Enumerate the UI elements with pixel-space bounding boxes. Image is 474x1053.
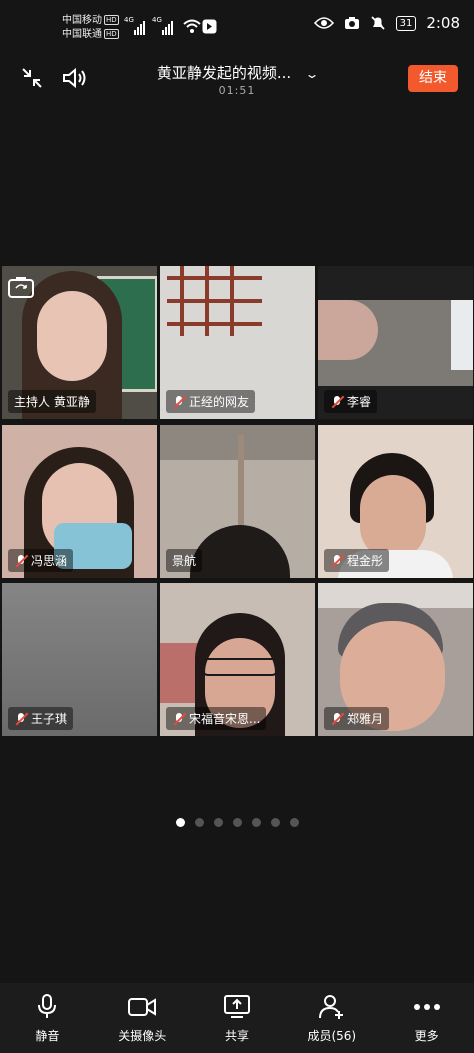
hd-badge: HD	[104, 15, 119, 25]
camera-off-button[interactable]: 关摄像头	[95, 983, 190, 1053]
page-indicator	[0, 818, 474, 827]
eye-icon	[313, 17, 334, 29]
participant-name: 正经的网友	[189, 395, 250, 409]
clock: 2:08	[426, 14, 460, 32]
participant-tile[interactable]: 李睿	[318, 266, 473, 419]
camera-off-label: 关摄像头	[118, 1029, 167, 1043]
page-dot[interactable]	[213, 818, 223, 827]
carrier-2: 中国联通	[62, 29, 102, 40]
participant-label: 冯思涵	[8, 549, 74, 572]
mic-muted-icon	[330, 395, 344, 409]
more-dots-icon	[413, 1004, 440, 1010]
participant-label: 程金彤	[324, 549, 390, 572]
page-dot[interactable]	[251, 818, 261, 827]
mute-button[interactable]: 静音	[0, 983, 95, 1053]
switch-camera-icon[interactable]	[8, 276, 34, 298]
participant-label: 李睿	[324, 390, 378, 413]
participant-name: 宋福音宋恩...	[189, 712, 261, 726]
battery-indicator: 31	[395, 15, 417, 31]
mic-muted-icon	[14, 712, 28, 726]
carrier-info: 中国移动 HD 中国联通 HD	[62, 14, 119, 42]
wifi-icon	[183, 19, 201, 33]
more-button[interactable]: 更多	[379, 983, 474, 1053]
participant-tile[interactable]: 景航	[160, 425, 315, 578]
page-dot[interactable]	[175, 818, 185, 827]
carrier-1: 中国移动	[62, 15, 102, 26]
share-screen-icon	[223, 995, 250, 1018]
participant-label: 景航	[166, 549, 203, 572]
more-label: 更多	[414, 1029, 439, 1043]
mic-muted-icon	[172, 712, 186, 726]
status-bar: 中国移动 HD 中国联通 HD 4G 4G 31 2:08	[0, 0, 474, 44]
participant-name: 李睿	[347, 395, 372, 409]
app-notification-icon	[202, 19, 217, 34]
participant-label: 郑雅月	[324, 707, 390, 730]
participant-tile[interactable]: 王子琪	[2, 583, 157, 736]
members-button[interactable]: 成员(56)	[284, 983, 379, 1053]
participant-tile[interactable]: 主持人 黄亚静	[2, 266, 157, 419]
members-label: 成员(56)	[307, 1029, 357, 1043]
call-title-text: 黄亚静发起的视频...	[156, 64, 292, 82]
camera-status-icon	[344, 17, 359, 29]
share-button[interactable]: 共享	[190, 983, 285, 1053]
network-type-2: 4G	[152, 16, 162, 24]
participant-name: 王子琪	[31, 712, 68, 726]
call-toolbar: 静音 关摄像头 共享 成员(56) 更多	[0, 983, 474, 1053]
participant-tile[interactable]: 冯思涵	[2, 425, 157, 578]
mic-muted-icon	[330, 712, 344, 726]
page-dot[interactable]	[232, 818, 242, 827]
signal-icon	[162, 17, 173, 35]
mute-label: 静音	[35, 1029, 60, 1043]
participant-name: 程金彤	[347, 554, 384, 568]
participant-tile[interactable]: 宋福音宋恩...	[160, 583, 315, 736]
chevron-down-icon[interactable]: ⌄	[305, 67, 320, 81]
mute-bell-icon	[370, 16, 385, 30]
participant-name: 景航	[172, 554, 197, 568]
network-type-1: 4G	[124, 16, 134, 24]
microphone-icon	[38, 994, 57, 1018]
participant-name: 冯思涵	[31, 554, 68, 568]
call-timer: 01:51	[218, 84, 256, 97]
call-title[interactable]: 黄亚静发起的视频... ⌄	[0, 62, 474, 83]
page-dot[interactable]	[289, 818, 299, 827]
mic-muted-icon	[330, 554, 344, 568]
participant-name: 主持人 黄亚静	[14, 395, 90, 409]
members-icon	[318, 995, 343, 1019]
share-label: 共享	[224, 1029, 249, 1043]
hd-badge: HD	[104, 29, 119, 39]
participant-tile[interactable]: 正经的网友	[160, 266, 315, 419]
participant-name: 郑雅月	[347, 712, 384, 726]
signal-icon	[134, 17, 145, 35]
page-dot[interactable]	[270, 818, 280, 827]
mic-muted-icon	[14, 554, 28, 568]
end-call-button[interactable]: 结束	[408, 65, 458, 92]
page-dot[interactable]	[194, 818, 204, 827]
video-camera-icon	[128, 998, 157, 1016]
participant-label: 主持人 黄亚静	[8, 390, 96, 413]
participant-label: 王子琪	[8, 707, 74, 730]
mic-muted-icon	[172, 395, 186, 409]
participant-label: 正经的网友	[166, 390, 256, 413]
participant-tile[interactable]: 程金彤	[318, 425, 473, 578]
participant-tile[interactable]: 郑雅月	[318, 583, 473, 736]
participant-label: 宋福音宋恩...	[166, 707, 267, 730]
